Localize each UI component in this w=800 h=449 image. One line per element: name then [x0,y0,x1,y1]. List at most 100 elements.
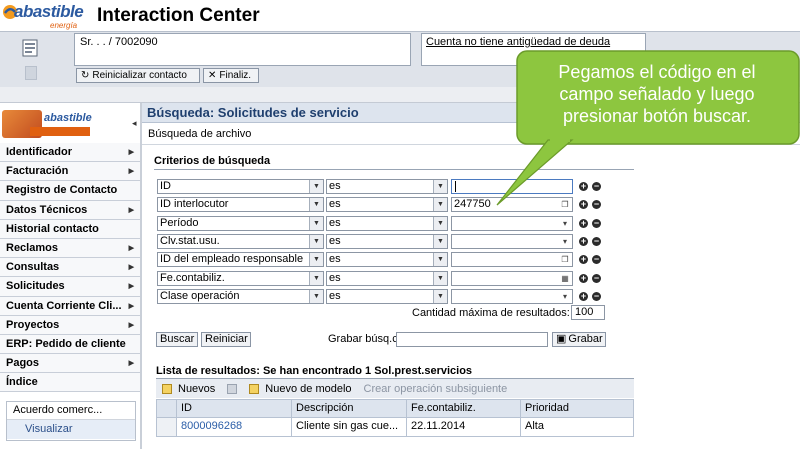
sidebar-item[interactable]: Consultas ▶ [0,258,140,278]
criteria-field-select[interactable]: Clase operación ▼ [157,288,324,304]
column-header-date[interactable]: Fe.contabiliz. [407,400,521,417]
copy-icon[interactable] [227,383,238,394]
sidebar-item[interactable]: ERP: Pedido de cliente [0,334,140,355]
criteria-operator-label: es [329,271,341,284]
sidebar-item[interactable]: Datos Técnicos ▶ [0,200,140,220]
add-row-icon[interactable]: + [579,200,588,210]
chevron-down-icon[interactable]: ▼ [433,289,447,303]
sidebar-subpanel-action[interactable]: Visualizar [7,420,135,439]
row-selector[interactable] [157,418,177,436]
column-header-id[interactable]: ID [177,400,292,417]
max-results-input[interactable]: 100 [571,305,605,320]
value-help-icon[interactable]: ❐ [558,198,572,211]
remove-row-icon[interactable]: − [592,255,601,265]
finish-button[interactable]: ✕ Finaliz. [203,68,259,83]
sidebar-item-label: Registro de Contacto [6,184,118,197]
criteria-field-select[interactable]: Período ▼ [157,215,324,231]
criteria-value-input[interactable]: 247750 ❐ [451,197,573,213]
criteria-field-select[interactable]: ID ▼ [157,179,324,194]
criteria-value-input[interactable] [451,179,573,194]
criteria-operator-select[interactable]: es ▼ [326,179,448,194]
sidebar-item[interactable]: Pagos ▶ [0,354,140,374]
sidebar-item[interactable]: Historial contacto [0,219,140,239]
search-button[interactable]: Buscar [156,332,198,347]
chevron-right-icon: ▶ [128,206,134,214]
chevron-down-icon[interactable]: ▼ [433,271,447,285]
criteria-operator-label: es [329,180,341,192]
chevron-down-icon[interactable]: ▾ [558,235,572,248]
criteria-field-select[interactable]: ID interlocutor ▼ [157,197,324,213]
reset-search-button[interactable]: Reiniciar [201,332,251,347]
chevron-down-icon[interactable]: ▼ [309,289,323,303]
add-row-icon[interactable]: + [579,291,588,301]
save-disk-icon: ▣ [556,333,567,345]
save-search-button[interactable]: ▣ Grabar [552,332,606,347]
remove-row-icon[interactable]: − [592,218,601,228]
sidebar-item[interactable]: Proyectos ▶ [0,315,140,335]
contact-card-icon[interactable] [20,38,40,58]
chevron-down-icon[interactable]: ▼ [433,216,447,230]
chevron-down-icon[interactable]: ▾ [558,217,572,230]
value-help-icon[interactable]: ❐ [558,253,572,266]
chevron-down-icon[interactable]: ▼ [433,234,447,248]
criteria-operator-select[interactable]: es ▼ [326,252,448,268]
sidebar-item[interactable]: Solicitudes ▶ [0,277,140,297]
sidebar-item[interactable]: Identificador ▶ [0,143,140,163]
criteria-field-label: ID interlocutor [160,198,229,211]
column-header-priority[interactable]: Prioridad [521,400,633,417]
sidebar-logo: abastible [0,106,140,142]
chevron-down-icon[interactable]: ▼ [433,198,447,212]
criteria-value-input[interactable]: ▾ [451,233,573,249]
criteria-value-input[interactable]: ❐ [451,252,573,268]
add-row-icon[interactable]: + [579,218,588,228]
criteria-field-select[interactable]: Fe.contabiliz. ▼ [157,270,324,286]
new-button[interactable]: Nuevos [178,383,215,395]
row-add-remove: + − [579,273,601,283]
sidebar-item[interactable]: Reclamos ▶ [0,238,140,259]
chevron-down-icon[interactable]: ▼ [433,180,447,193]
add-row-icon[interactable]: + [579,255,588,265]
criteria-field-select[interactable]: ID del empleado responsable ▼ [157,252,324,268]
chevron-down-icon[interactable]: ▼ [309,271,323,285]
remove-row-icon[interactable]: − [592,182,601,191]
sidebar-subpanel-title[interactable]: Acuerdo comerc... [7,402,135,420]
chevron-down-icon[interactable]: ▼ [309,198,323,212]
criteria-operator-select[interactable]: es ▼ [326,270,448,286]
add-row-icon[interactable]: + [579,182,588,191]
add-row-icon[interactable]: + [579,236,588,246]
calendar-icon[interactable]: ▦ [558,272,572,285]
chevron-down-icon[interactable]: ▾ [558,290,572,303]
criteria-value-input[interactable]: ▾ [451,215,573,231]
sidebar-item[interactable]: Registro de Contacto [0,181,140,201]
sidebar-item[interactable]: Facturación ▶ [0,162,140,182]
sidebar-item[interactable]: Índice [0,373,140,393]
criteria-operator-select[interactable]: es ▼ [326,215,448,231]
remove-row-icon[interactable]: − [592,273,601,283]
criteria-operator-select[interactable]: es ▼ [326,233,448,249]
column-header-description[interactable]: Descripción [292,400,407,417]
reset-contact-button[interactable]: ↻ Reinicializar contacto [76,68,200,83]
chevron-down-icon[interactable]: ▼ [309,234,323,248]
criteria-row: ID del empleado responsable ▼ es ▼ ❐ + − [157,252,601,268]
row-id-link[interactable]: 8000096268 [177,418,292,436]
app-title: Interaction Center [97,5,260,26]
chevron-down-icon[interactable]: ▼ [309,216,323,230]
chevron-down-icon[interactable]: ▼ [309,253,323,267]
chevron-down-icon[interactable]: ▼ [309,180,323,193]
add-row-icon[interactable]: + [579,273,588,283]
sidebar-item[interactable]: Cuenta Corriente Cli... ▶ [0,296,140,316]
save-search-input[interactable] [396,332,548,347]
criteria-field-select[interactable]: Clv.stat.usu. ▼ [157,233,324,249]
chevron-down-icon[interactable]: ▼ [433,253,447,267]
criteria-operator-select[interactable]: es ▼ [326,288,448,304]
remove-row-icon[interactable]: − [592,236,601,246]
criteria-value-input[interactable]: ▾ [451,288,573,304]
abastible-logo: abastible energía limpia [2,2,92,39]
remove-row-icon[interactable]: − [592,200,601,210]
remove-row-icon[interactable]: − [592,291,601,301]
collapse-sidebar-icon[interactable]: ◂ [132,118,137,129]
criteria-operator-select[interactable]: es ▼ [326,197,448,213]
new-from-template-button[interactable]: Nuevo de modelo [265,383,351,395]
new-icon [162,383,172,394]
criteria-value-input[interactable]: ▦ [451,270,573,286]
